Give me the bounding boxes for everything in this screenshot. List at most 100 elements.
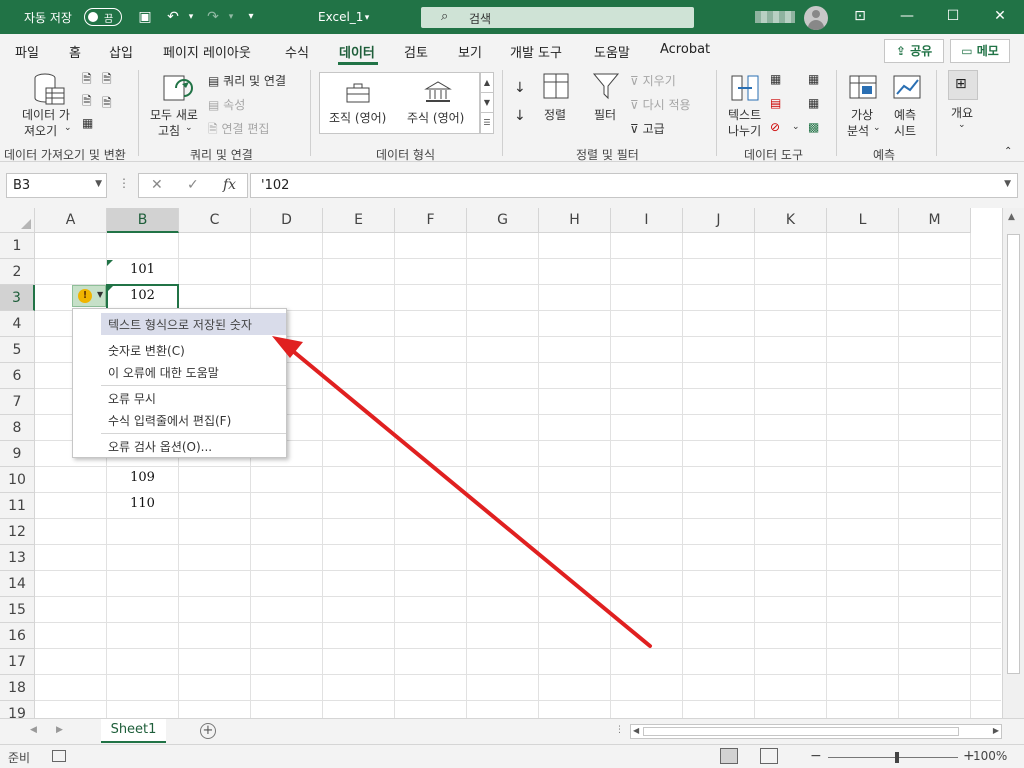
error-options-button[interactable]: ! ▼ — [72, 285, 106, 307]
advanced-filter-icon[interactable]: ⊽ 고급 — [630, 120, 665, 137]
enter-icon[interactable]: ✓ — [187, 177, 199, 193]
stocks-type-label[interactable]: 주식 (영어) — [407, 109, 464, 126]
outline-button[interactable]: ⊞ — [948, 70, 978, 100]
flash-fill-icon[interactable]: ▦ — [770, 72, 781, 86]
tab-split-handle[interactable]: ⋮ — [615, 725, 624, 735]
menu-convert-to-number[interactable]: 숫자로 변환(C) — [101, 339, 286, 361]
scroll-up-icon[interactable]: ▲ — [1008, 212, 1015, 222]
sort-ascending-icon[interactable]: ↓ — [514, 80, 526, 96]
row-header-10[interactable]: 10 — [0, 467, 35, 493]
sort-descending-icon[interactable]: ↓ — [514, 108, 526, 124]
autosave-toggle[interactable]: 끔 — [84, 8, 122, 26]
column-header-l[interactable]: L — [827, 208, 899, 233]
ribbon-display-icon[interactable]: ⊡ — [850, 6, 870, 26]
undo-dropdown-icon[interactable]: ▾ — [182, 8, 200, 26]
customize-toolbar-icon[interactable]: ▾ — [242, 8, 260, 26]
row-header-16[interactable]: 16 — [0, 623, 35, 649]
tab-data[interactable]: 데이터 — [339, 42, 375, 61]
column-header-m[interactable]: M — [899, 208, 971, 233]
add-sheet-icon[interactable]: + — [200, 723, 216, 739]
queries-icon[interactable]: ▤ 쿼리 및 연결 — [208, 72, 286, 89]
row-header-7[interactable]: 7 — [0, 389, 35, 415]
zoom-slider[interactable] — [828, 752, 958, 763]
column-header-i[interactable]: I — [611, 208, 683, 233]
gallery-down-icon[interactable]: ▼ — [481, 93, 493, 113]
cell-b10[interactable]: 109 — [106, 470, 179, 485]
text-to-columns-label-2[interactable]: 나누기 — [728, 122, 761, 139]
filename-dropdown-icon[interactable]: ▾ — [358, 9, 376, 27]
h-scroll-thumb[interactable] — [643, 727, 959, 736]
forecast-label-2[interactable]: 시트 — [894, 122, 916, 139]
column-header-f[interactable]: F — [395, 208, 467, 233]
tab-file[interactable]: 파일 — [15, 42, 39, 61]
next-sheet-icon[interactable]: ▶ — [56, 725, 63, 735]
save-icon[interactable]: ▣ — [136, 8, 154, 26]
insert-function-icon[interactable]: fx — [223, 177, 236, 193]
column-header-a[interactable]: A — [35, 208, 107, 233]
cell-b2[interactable]: 101 — [106, 262, 179, 277]
page-layout-view-icon[interactable] — [760, 748, 778, 764]
recent-sources-icon[interactable]: ▦ — [82, 116, 93, 130]
clear-filter-icon[interactable]: ⊽ 지우기 — [630, 72, 676, 89]
collapse-ribbon-icon[interactable]: ⌃ — [1004, 146, 1012, 157]
menu-error-checking-options[interactable]: 오류 검사 옵션(O)... — [101, 435, 286, 457]
normal-view-icon[interactable] — [720, 748, 738, 764]
column-header-h[interactable]: H — [539, 208, 611, 233]
what-if-label-2[interactable]: 분석 — [847, 122, 869, 139]
relationships-icon[interactable]: ▦ — [808, 96, 819, 110]
data-model-icon[interactable]: ▩ — [808, 120, 819, 134]
redo-dropdown-icon[interactable]: ▾ — [222, 8, 240, 26]
menu-ignore-error[interactable]: 오류 무시 — [101, 387, 286, 409]
row-header-14[interactable]: 14 — [0, 571, 35, 597]
properties-icon[interactable]: ▤ 속성 — [208, 96, 245, 113]
consolidate-icon[interactable]: ▦ — [808, 72, 819, 86]
tab-review[interactable]: 검토 — [404, 42, 428, 61]
row-header-11[interactable]: 11 — [0, 493, 35, 519]
scroll-thumb[interactable] — [1007, 234, 1020, 674]
row-header-3[interactable]: 3 — [0, 285, 35, 311]
row-header-6[interactable]: 6 — [0, 363, 35, 389]
reapply-icon[interactable]: ⊽ 다시 적용 — [630, 96, 691, 113]
formula-input[interactable]: '102 ▼ — [250, 173, 1018, 198]
zoom-out-icon[interactable]: − — [810, 748, 822, 764]
forecast-label-1[interactable]: 예측 — [894, 106, 916, 123]
row-header-8[interactable]: 8 — [0, 415, 35, 441]
outline-label[interactable]: 개요 — [951, 104, 973, 121]
what-if-label-1[interactable]: 가상 — [851, 106, 873, 123]
column-header-j[interactable]: J — [683, 208, 755, 233]
tab-page-layout[interactable]: 페이지 레이아웃 — [163, 42, 251, 61]
macro-record-icon[interactable] — [52, 750, 66, 762]
row-header-4[interactable]: 4 — [0, 311, 35, 337]
from-table-icon[interactable]: 🗎 — [82, 92, 92, 113]
row-header-18[interactable]: 18 — [0, 675, 35, 701]
menu-help-on-error[interactable]: 이 오류에 대한 도움말 — [101, 361, 286, 383]
sheet-tab-sheet1[interactable]: Sheet1 — [101, 719, 166, 743]
close-icon[interactable]: ✕ — [990, 6, 1010, 26]
gallery-up-icon[interactable]: ▲ — [481, 73, 493, 93]
row-header-5[interactable]: 5 — [0, 337, 35, 363]
column-header-d[interactable]: D — [251, 208, 323, 233]
row-header-12[interactable]: 12 — [0, 519, 35, 545]
column-header-e[interactable]: E — [323, 208, 395, 233]
refresh-all-label-1[interactable]: 모두 새로 — [150, 106, 198, 123]
tab-help[interactable]: 도움말 — [594, 42, 630, 61]
cell-b11[interactable]: 110 — [106, 496, 179, 511]
cancel-icon[interactable]: ✕ — [151, 177, 163, 193]
column-header-b[interactable]: B — [107, 208, 179, 233]
zoom-level[interactable]: 100% — [973, 749, 1007, 763]
from-text-icon[interactable]: 🗎 — [82, 70, 92, 91]
filter-label[interactable]: 필터 — [594, 106, 616, 123]
tab-view[interactable]: 보기 — [458, 42, 482, 61]
tab-developer[interactable]: 개발 도구 — [510, 42, 562, 61]
vertical-scrollbar[interactable]: ▲ — [1002, 208, 1024, 718]
row-header-15[interactable]: 15 — [0, 597, 35, 623]
horizontal-scrollbar[interactable]: ◀ ▶ — [630, 724, 1002, 739]
search-box[interactable]: ⌕ 검색 — [421, 7, 694, 28]
column-header-c[interactable]: C — [179, 208, 251, 233]
undo-icon[interactable]: ↶ — [164, 8, 182, 26]
sort-label[interactable]: 정렬 — [544, 106, 566, 123]
existing-connections-icon[interactable]: 🗎 — [102, 94, 112, 115]
row-header-17[interactable]: 17 — [0, 649, 35, 675]
gallery-more-icon[interactable]: ☰ — [481, 113, 493, 133]
scroll-right-icon[interactable]: ▶ — [993, 726, 999, 735]
